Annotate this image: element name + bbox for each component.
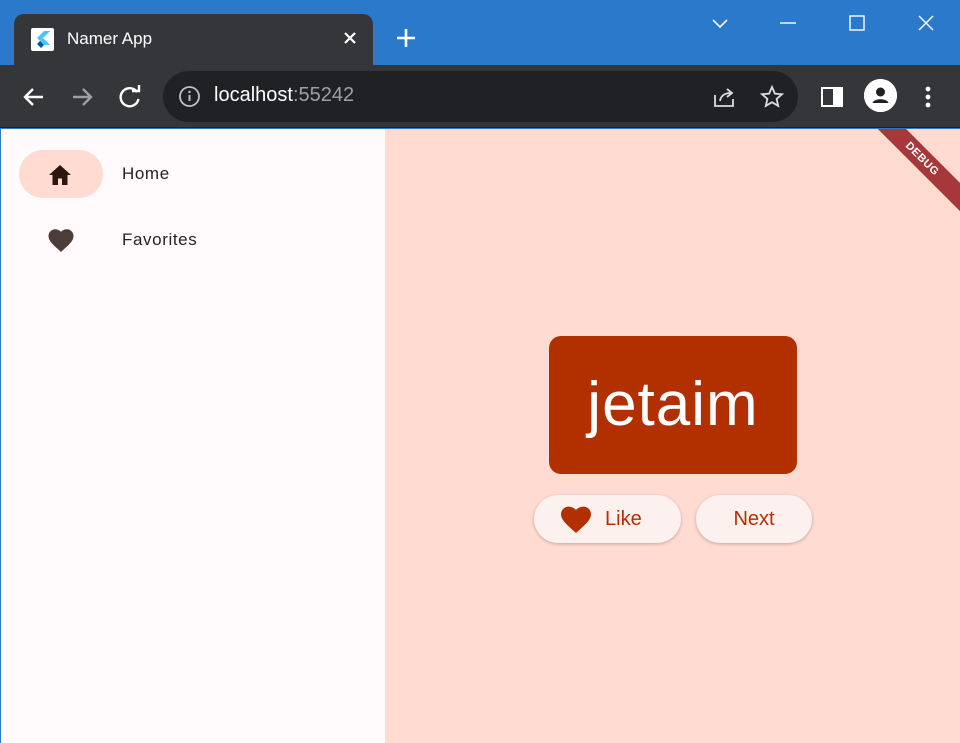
debug-banner: DEBUG	[858, 129, 960, 223]
address-url: localhost:55242	[214, 84, 355, 106]
tab-search-chevron-icon[interactable]	[705, 10, 735, 38]
maximize-icon[interactable]	[842, 10, 872, 38]
nav-item-home[interactable]: Home	[19, 150, 379, 198]
browser-menu-dots-icon[interactable]	[913, 82, 943, 112]
tab-close-icon[interactable]	[339, 27, 361, 49]
site-info-icon[interactable]	[178, 85, 201, 108]
minimize-icon[interactable]	[773, 10, 803, 38]
tab-title: Namer App	[67, 29, 153, 48]
back-arrow-icon[interactable]	[19, 82, 49, 112]
browser-toolbar: localhost:55242	[0, 65, 960, 128]
profile-avatar-icon[interactable]	[864, 79, 897, 112]
reload-icon[interactable]	[115, 82, 145, 112]
generator-page: jetaim Like Next DEBUG	[385, 129, 960, 743]
heart-icon	[560, 506, 592, 534]
word-pair-text: jetaim	[587, 370, 759, 439]
navigation-rail: Home Favorites	[1, 129, 385, 743]
browser-titlebar: Namer App	[0, 0, 960, 65]
browser-tab[interactable]: Namer App	[14, 14, 373, 65]
flutter-app: Home Favorites jetaim Like Next DEBUG	[1, 129, 960, 743]
next-label: Next	[733, 508, 775, 530]
side-panel-icon[interactable]	[817, 82, 847, 112]
next-button[interactable]: Next	[696, 495, 812, 543]
close-window-icon[interactable]	[911, 10, 941, 38]
share-icon[interactable]	[711, 84, 737, 110]
nav-item-favorites[interactable]: Favorites	[19, 216, 379, 264]
home-icon[interactable]	[47, 162, 73, 188]
like-label: Like	[605, 508, 642, 530]
like-button[interactable]: Like	[534, 495, 681, 543]
nav-item-label: Favorites	[122, 230, 198, 249]
new-tab-plus-icon[interactable]	[392, 24, 420, 52]
address-bar[interactable]: localhost:55242	[163, 71, 798, 122]
favorite-icon[interactable]	[47, 226, 74, 252]
flutter-favicon-icon	[31, 28, 54, 51]
bookmark-star-icon[interactable]	[759, 84, 785, 110]
forward-arrow-icon[interactable]	[67, 82, 97, 112]
word-pair-card: jetaim	[549, 336, 797, 474]
nav-item-label: Home	[122, 164, 170, 183]
